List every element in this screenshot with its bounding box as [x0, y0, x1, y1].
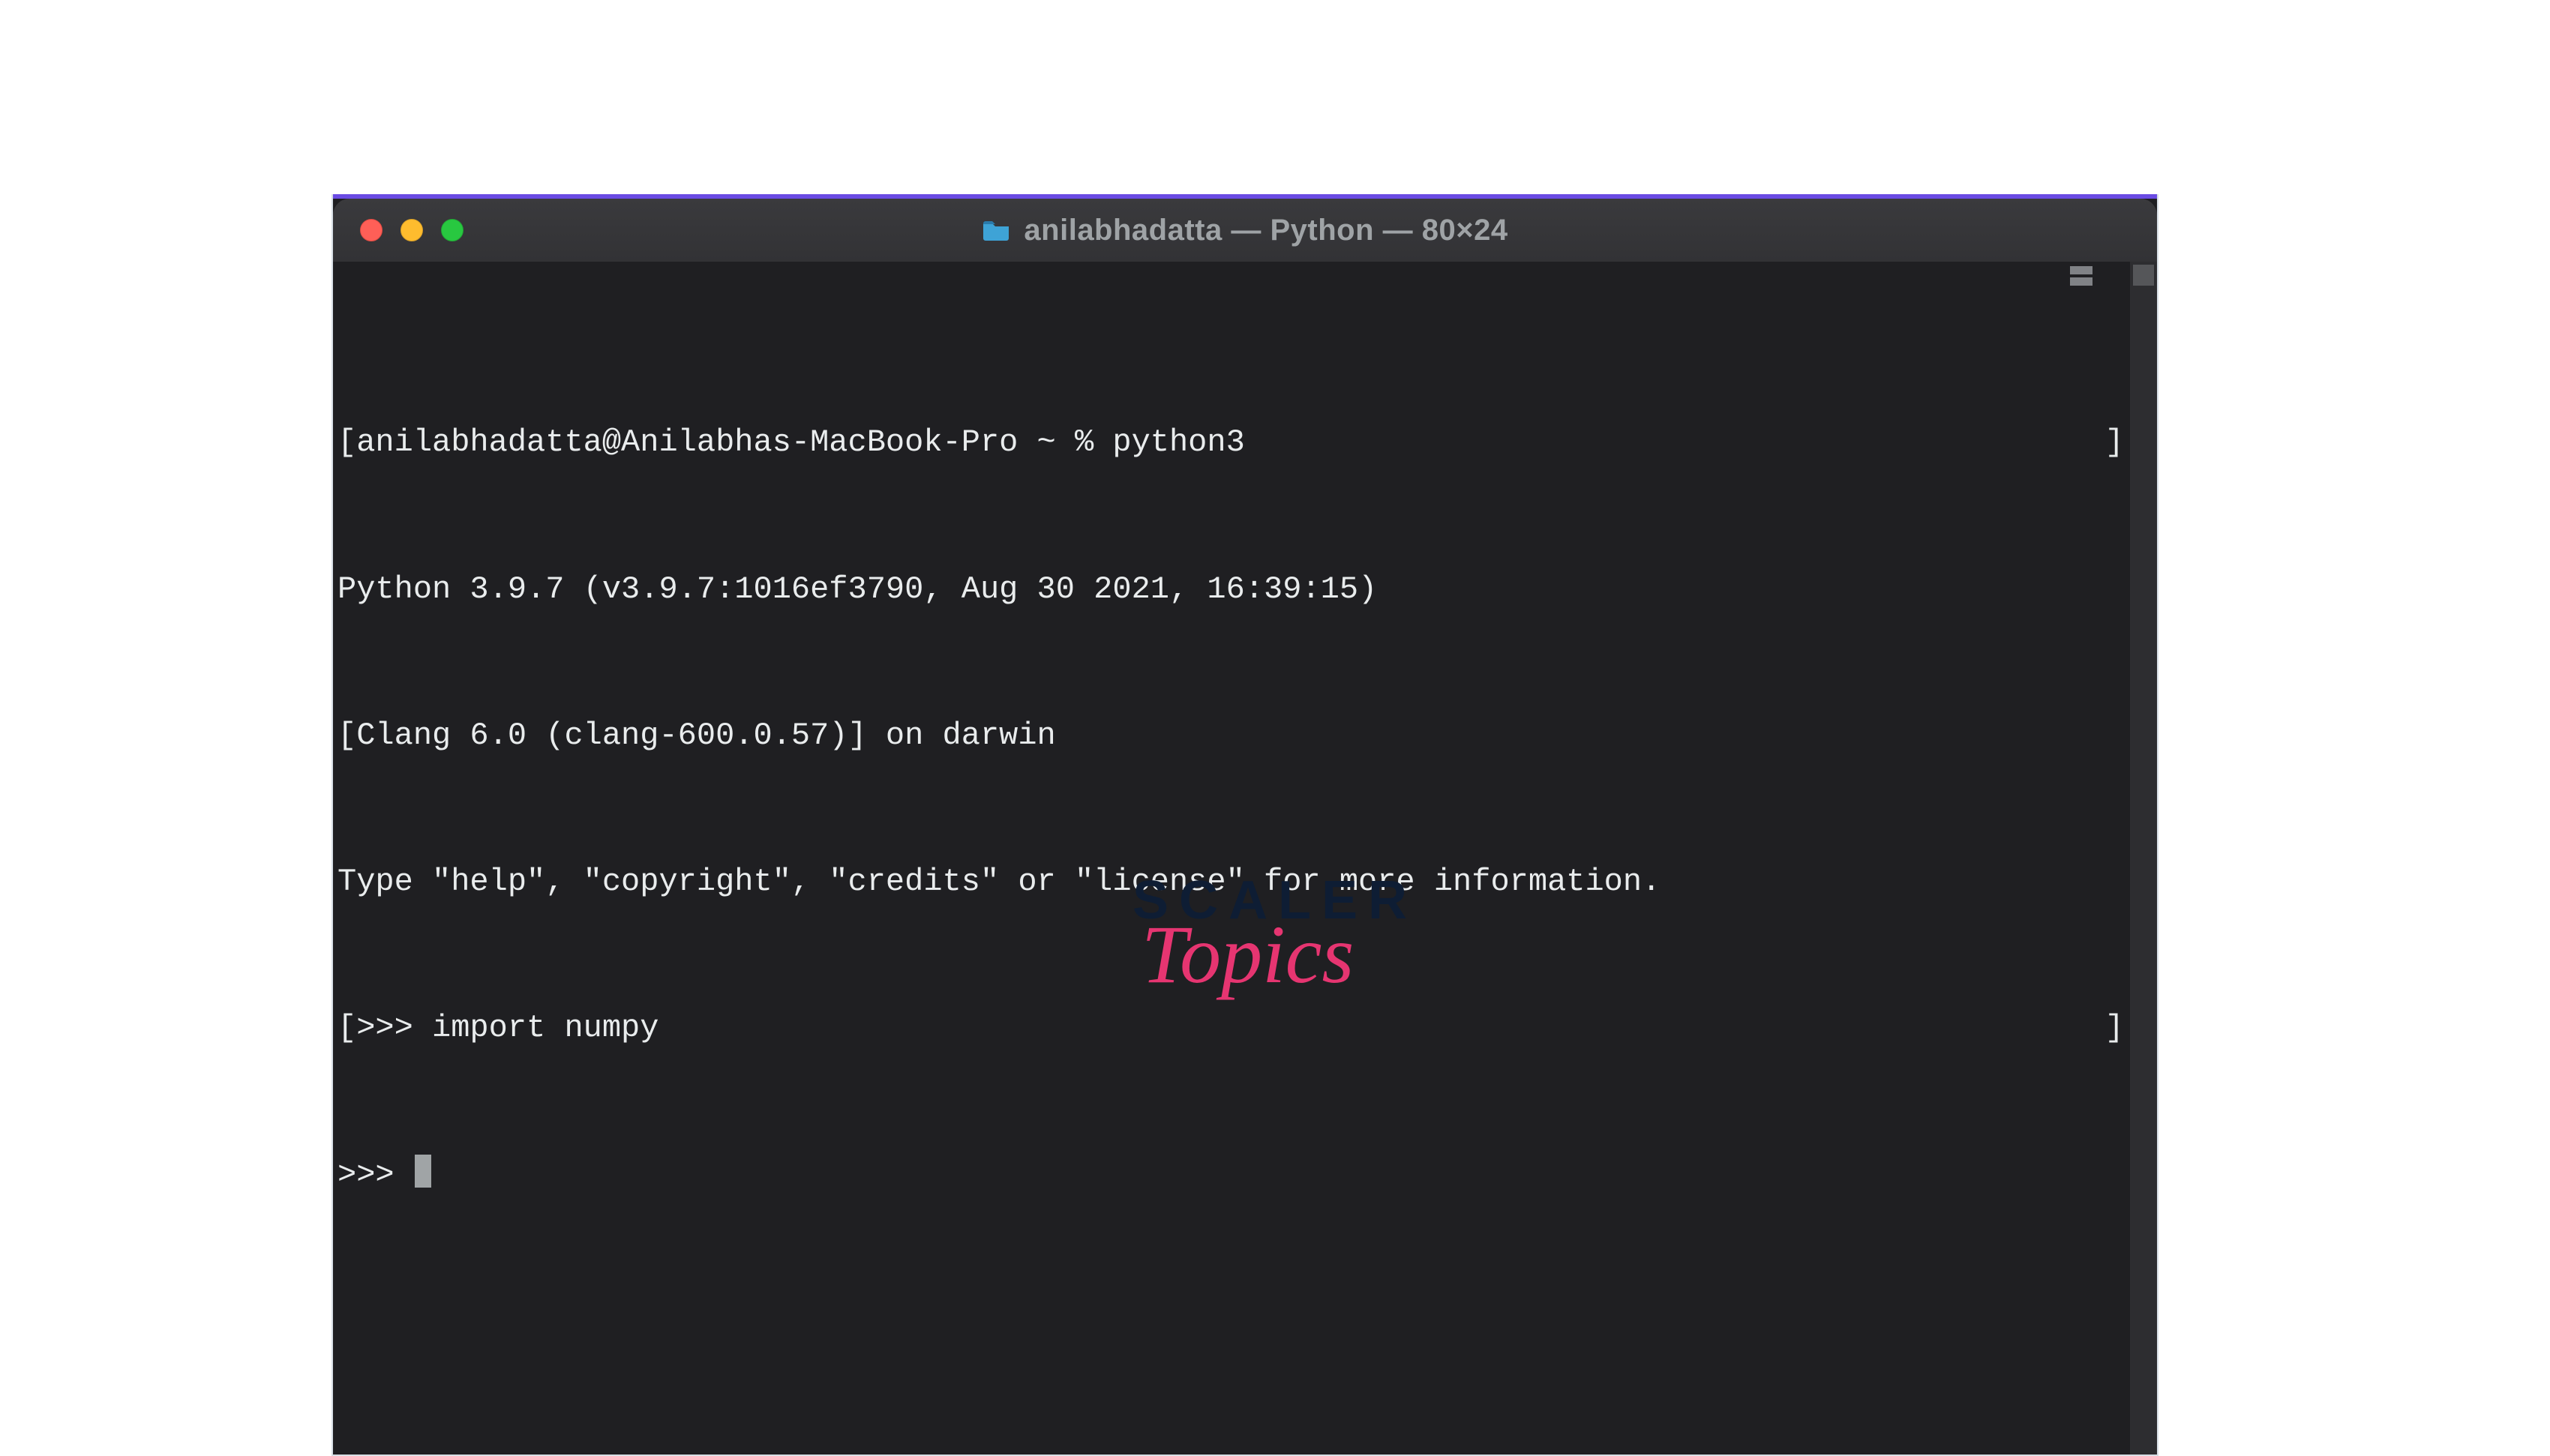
terminal-content-wrap: [anilabhadatta@Anilabhas-MacBook-Pro ~ %…: [333, 262, 2157, 1455]
terminal-body[interactable]: [anilabhadatta@Anilabhas-MacBook-Pro ~ %…: [333, 262, 2130, 1455]
line-text: [>>> import numpy: [338, 1010, 658, 1046]
line-text: [anilabhadatta@Anilabhas-MacBook-Pro ~ %…: [338, 424, 1245, 460]
alt-screen-icon: [2070, 266, 2092, 286]
brand-script-text: Topics: [1142, 915, 1354, 1000]
close-button[interactable]: [360, 219, 382, 241]
folder-icon: [982, 219, 1010, 241]
terminal-window: anilabhadatta — Python — 80×24 [anilabha…: [332, 194, 2158, 1456]
terminal-line: >>>: [338, 1151, 2126, 1200]
prompt-text: >>>: [338, 1157, 413, 1193]
cursor: [415, 1155, 431, 1188]
line-end-bracket: ]: [2105, 418, 2124, 467]
terminal-line: [anilabhadatta@Anilabhas-MacBook-Pro ~ %…: [338, 418, 2126, 467]
minimize-button[interactable]: [400, 219, 423, 241]
page-canvas: anilabhadatta — Python — 80×24 [anilabha…: [0, 0, 2550, 1191]
terminal-line: Python 3.9.7 (v3.9.7:1016ef3790, Aug 30 …: [338, 565, 2126, 614]
window-controls: [360, 219, 464, 241]
terminal-line: [Clang 6.0 (clang-600.0.57)] on darwin: [338, 712, 2126, 760]
titlebar[interactable]: anilabhadatta — Python — 80×24: [333, 199, 2157, 262]
title-center: anilabhadatta — Python — 80×24: [333, 214, 2157, 247]
brand-script: Topics: [1132, 915, 1418, 1012]
window-title: anilabhadatta — Python — 80×24: [1024, 214, 1508, 247]
zoom-button[interactable]: [441, 219, 464, 241]
brand-logo: SCALER Topics: [0, 870, 2550, 1012]
scrollbar[interactable]: [2130, 262, 2157, 1455]
